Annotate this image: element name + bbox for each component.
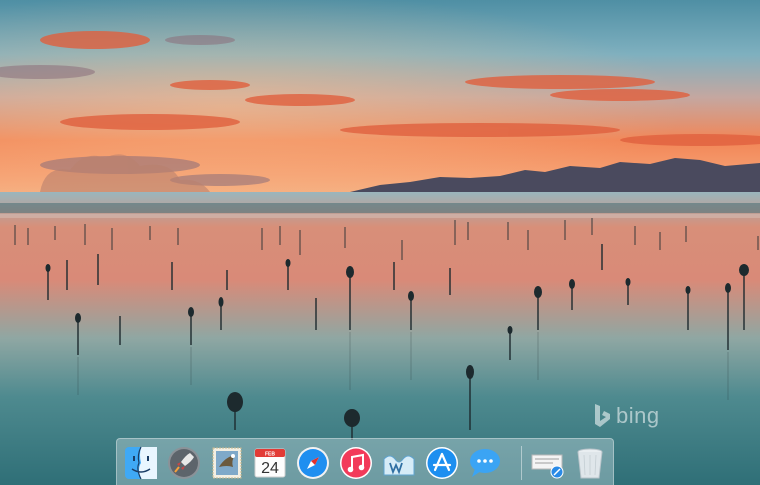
bing-watermark: bing — [592, 403, 660, 429]
app-store-a-icon[interactable] — [424, 445, 460, 481]
bing-wordmark: bing — [616, 403, 660, 428]
calendar-day: 24 — [261, 460, 279, 477]
speech-bubble-icon[interactable] — [467, 445, 503, 481]
rocket-icon[interactable] — [166, 445, 202, 481]
wave-w-icon[interactable] — [381, 445, 417, 481]
stack-folder-icon[interactable] — [529, 445, 565, 481]
trash-icon[interactable] — [572, 445, 608, 481]
calendar-icon[interactable]: FEB 24 — [252, 445, 288, 481]
compass-icon[interactable] — [295, 445, 331, 481]
stamp-eagle-icon[interactable] — [209, 445, 245, 481]
bing-logo-icon — [595, 404, 610, 427]
finder-icon[interactable] — [123, 445, 159, 481]
dock: FEB 24 — [116, 438, 614, 485]
music-note-icon[interactable] — [338, 445, 374, 481]
calendar-month: FEB — [265, 452, 275, 458]
dock-separator — [521, 446, 522, 480]
